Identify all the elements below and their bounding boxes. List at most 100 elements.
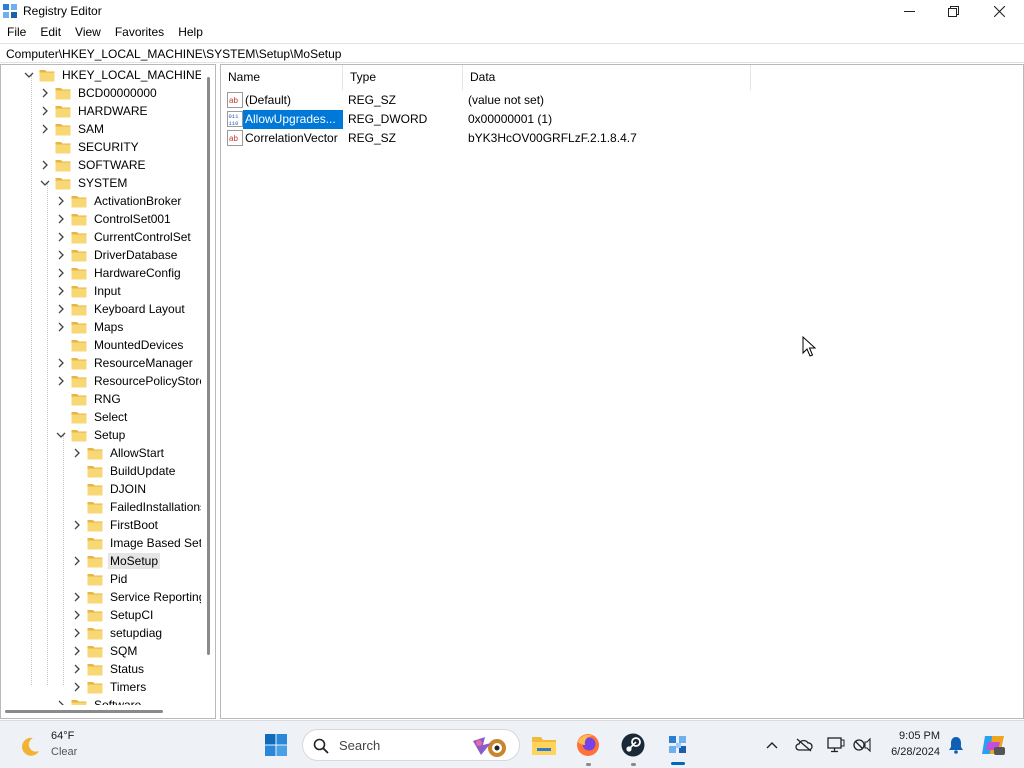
chevron-down-icon[interactable] [55, 429, 67, 441]
tree-node-service-reporting[interactable]: Service Reporting [71, 588, 201, 606]
tree-node-pid[interactable]: Pid [71, 570, 129, 588]
tree-node-allowstart[interactable]: AllowStart [71, 444, 166, 462]
show-hidden-icons-button[interactable] [762, 735, 782, 755]
tree-node-system[interactable]: SYSTEM [39, 174, 129, 192]
tree-node-timers[interactable]: Timers [71, 678, 148, 696]
chevron-right-icon[interactable] [71, 627, 83, 639]
tree-node-hardwareconfig[interactable]: HardwareConfig [55, 264, 183, 282]
menu-view[interactable]: View [68, 22, 108, 42]
minimize-button[interactable] [886, 0, 932, 22]
taskbar-search-box[interactable]: Search [302, 729, 520, 761]
tree-node-input[interactable]: Input [55, 282, 123, 300]
tree-node-driverdatabase[interactable]: DriverDatabase [55, 246, 179, 264]
tree-node-firstboot[interactable]: FirstBoot [71, 516, 160, 534]
tree-node-setup[interactable]: Setup [55, 426, 127, 444]
tree-node-failedinstallations[interactable]: FailedInstallations [71, 498, 201, 516]
taskbar-firefox[interactable] [574, 731, 602, 759]
chevron-right-icon[interactable] [39, 105, 51, 117]
tree-node-mosetup[interactable]: MoSetup [71, 552, 161, 570]
clock-time[interactable]: 9:05 PM [899, 730, 940, 742]
chevron-right-icon[interactable] [55, 213, 67, 225]
value-row[interactable]: ab (Default) REG_SZ (value not set) [221, 91, 1001, 110]
chevron-right-icon[interactable] [55, 285, 67, 297]
chevron-right-icon[interactable] [71, 555, 83, 567]
tree-node-buildupdate[interactable]: BuildUpdate [71, 462, 177, 480]
chevron-right-icon[interactable] [71, 663, 83, 675]
tree-node-currentcontrolset[interactable]: CurrentControlSet [55, 228, 193, 246]
tree-node-activationbroker[interactable]: ActivationBroker [55, 192, 183, 210]
tree-node-sqm[interactable]: SQM [71, 642, 139, 660]
tray-network-volume[interactable] [852, 735, 872, 755]
tree-horizontal-scrollbar[interactable] [1, 705, 215, 718]
column-header-type[interactable]: Type [343, 65, 463, 90]
folder-icon [87, 555, 103, 568]
chevron-down-icon[interactable] [39, 177, 51, 189]
address-bar[interactable]: Computer\HKEY_LOCAL_MACHINE\SYSTEM\Setup… [0, 43, 1024, 63]
tree-node-keyboard-layout[interactable]: Keyboard Layout [55, 300, 187, 318]
clock-date[interactable]: 6/28/2024 [891, 746, 940, 758]
value-row[interactable]: ab CorrelationVector REG_SZ bYK3HcOV00GRFLz… [221, 129, 1001, 148]
start-button[interactable] [262, 731, 290, 759]
tree-node-hardware[interactable]: HARDWARE [39, 102, 150, 120]
tree-node-status[interactable]: Status [71, 660, 146, 678]
tree-node-resourcemanager[interactable]: ResourceManager [55, 354, 195, 372]
chevron-right-icon[interactable] [71, 645, 83, 657]
tree-node-resourcepolicystore[interactable]: ResourcePolicyStore [55, 372, 201, 390]
chevron-right-icon[interactable] [71, 447, 83, 459]
tree-node-setupci[interactable]: SetupCI [71, 606, 155, 624]
weather-condition[interactable]: Clear [51, 746, 77, 758]
tree-vertical-scroll-thumb[interactable] [207, 77, 210, 655]
tree-vertical-scrollbar[interactable] [203, 65, 215, 705]
tree-node-djoin[interactable]: DJOIN [71, 480, 148, 498]
copilot-button[interactable] [980, 732, 1006, 758]
chevron-right-icon[interactable] [55, 231, 67, 243]
tree-horizontal-scroll-thumb[interactable] [5, 710, 163, 713]
chevron-right-icon[interactable] [55, 375, 67, 387]
tree-node-image-based-setup[interactable]: Image Based Setup [71, 534, 201, 552]
tree-node-rng[interactable]: RNG [55, 390, 123, 408]
folder-icon [71, 285, 87, 298]
chevron-right-icon[interactable] [71, 519, 83, 531]
close-button[interactable] [976, 0, 1022, 22]
notifications-button[interactable] [946, 735, 966, 755]
chevron-right-icon[interactable] [71, 609, 83, 621]
tree-node-hkey-local-machine[interactable]: HKEY_LOCAL_MACHINE [23, 66, 201, 84]
chevron-right-icon[interactable] [55, 321, 67, 333]
restore-button[interactable] [930, 0, 976, 22]
chevron-right-icon[interactable] [55, 249, 67, 261]
chevron-right-icon[interactable] [55, 267, 67, 279]
taskbar-steam[interactable] [619, 731, 647, 759]
tree-node-software[interactable]: SOFTWARE [39, 156, 148, 174]
menu-file[interactable]: File [0, 22, 33, 42]
chevron-right-icon[interactable] [39, 159, 51, 171]
tree-node-select[interactable]: Select [55, 408, 129, 426]
column-header-data[interactable]: Data [463, 65, 751, 90]
chevron-right-icon[interactable] [71, 681, 83, 693]
menu-edit[interactable]: Edit [33, 22, 68, 42]
chevron-right-icon[interactable] [55, 357, 67, 369]
tray-cloud-sync[interactable] [794, 735, 814, 755]
tree-node-bcd00000000[interactable]: BCD00000000 [39, 84, 159, 102]
taskbar-registry-editor[interactable] [664, 731, 692, 759]
menu-favorites[interactable]: Favorites [108, 22, 171, 42]
tree-node-software[interactable]: Software [55, 696, 143, 705]
tree-node-sam[interactable]: SAM [39, 120, 106, 138]
chevron-right-icon[interactable] [39, 123, 51, 135]
chevron-right-icon[interactable] [55, 195, 67, 207]
chevron-down-icon[interactable] [23, 69, 35, 81]
tree-node-maps[interactable]: Maps [55, 318, 125, 336]
chevron-right-icon[interactable] [39, 87, 51, 99]
tree-node-security[interactable]: SECURITY [39, 138, 141, 156]
column-header-name[interactable]: Name [221, 65, 343, 90]
weather-temperature[interactable]: 64°F [51, 730, 74, 742]
menu-help[interactable]: Help [171, 22, 210, 42]
moon-weather-icon[interactable] [18, 735, 42, 759]
value-row[interactable]: 011 110 AllowUpgrades... REG_DWORD 0x0000000… [221, 110, 1001, 129]
taskbar-file-explorer[interactable] [530, 731, 558, 759]
tree-node-mounteddevices[interactable]: MountedDevices [55, 336, 185, 354]
tree-node-setupdiag[interactable]: setupdiag [71, 624, 164, 642]
chevron-right-icon[interactable] [71, 591, 83, 603]
tray-display[interactable] [826, 735, 846, 755]
tree-node-controlset001[interactable]: ControlSet001 [55, 210, 173, 228]
chevron-right-icon[interactable] [55, 303, 67, 315]
